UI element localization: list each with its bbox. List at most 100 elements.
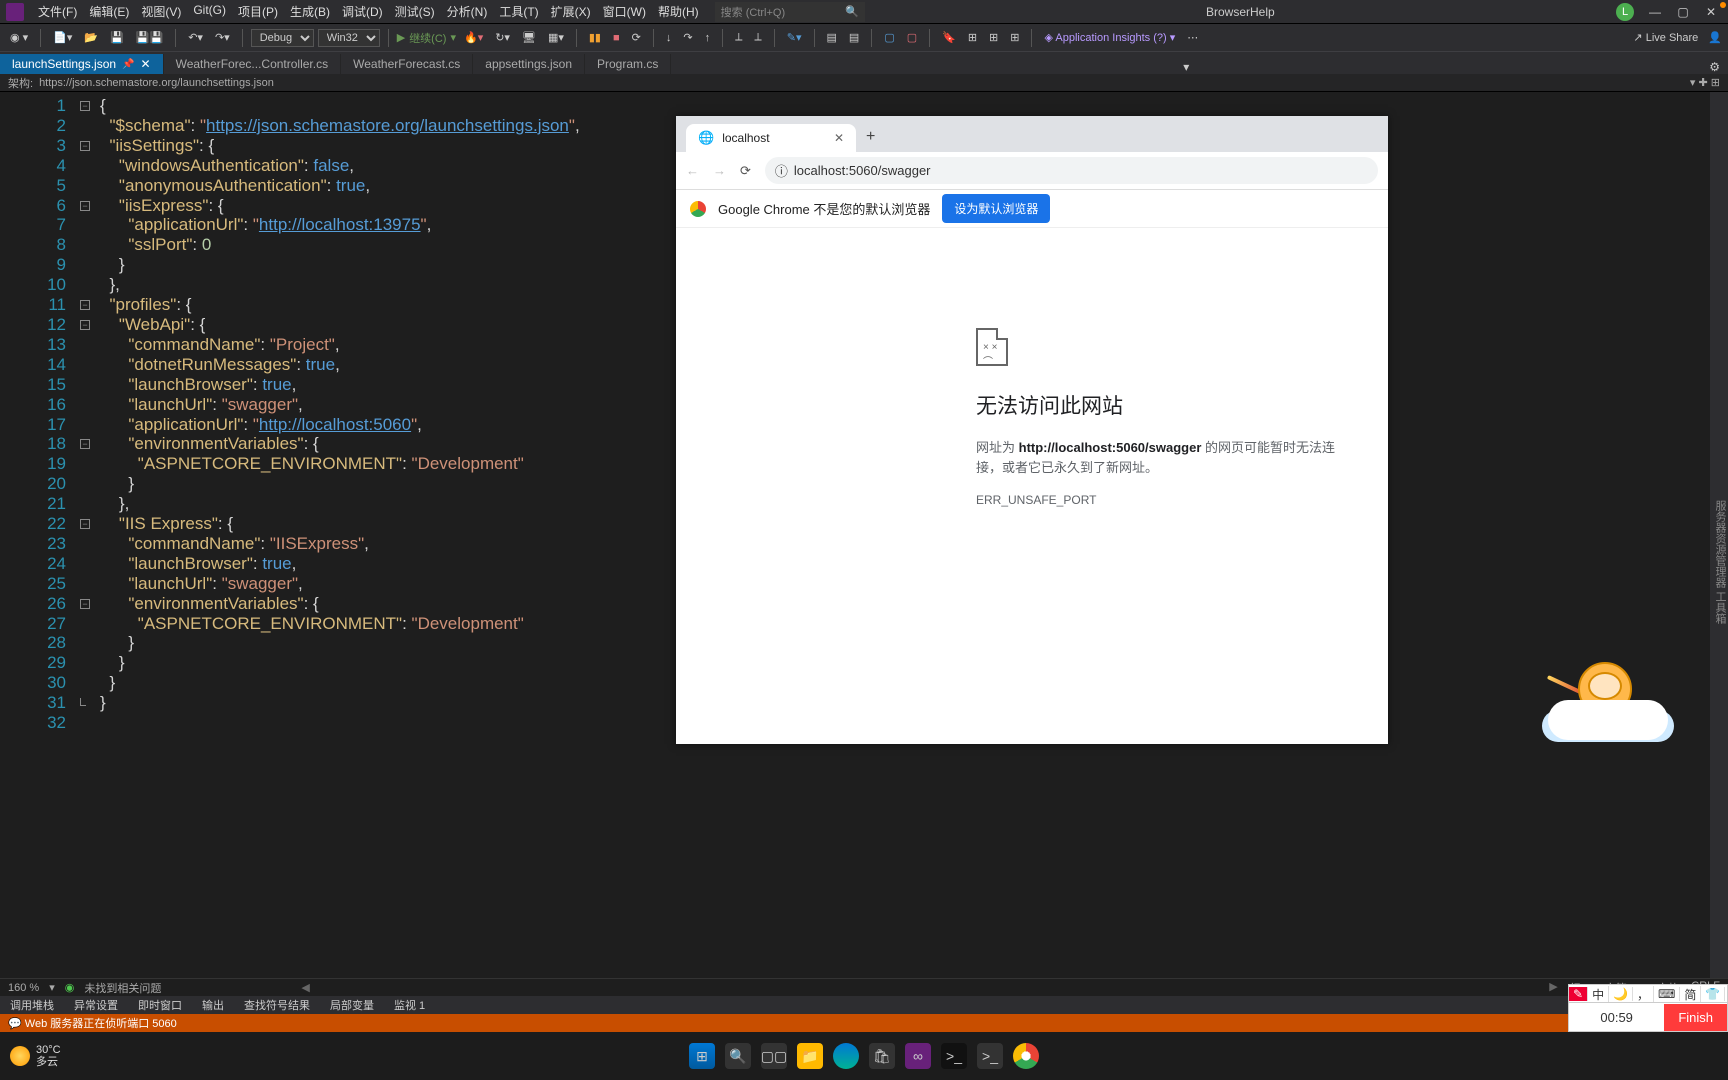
live-share-button[interactable]: ↗ Live Share: [1633, 31, 1698, 44]
ime-segment[interactable]: ✎: [1569, 987, 1588, 1001]
hscroll-left-icon[interactable]: ◀: [301, 981, 309, 994]
ime-segment[interactable]: 👕: [1701, 987, 1725, 1001]
nav-back-icon[interactable]: ←: [686, 163, 699, 178]
overflow-icon[interactable]: ⋯: [1183, 29, 1202, 46]
continue-button[interactable]: ▶ 继续(C) ▾: [397, 30, 456, 46]
address-bar[interactable]: ⓘ localhost:5060/swagger: [765, 157, 1378, 184]
start-button[interactable]: ⊞: [689, 1043, 715, 1069]
panel-tab[interactable]: 即时窗口: [128, 995, 192, 1015]
config-select[interactable]: Debug: [251, 29, 314, 47]
restart-icon[interactable]: ↻▾: [491, 29, 514, 46]
hscroll-right-icon[interactable]: ▶: [1549, 980, 1557, 996]
document-tab[interactable]: Program.cs: [585, 54, 671, 74]
taskview-icon[interactable]: ▢▢: [761, 1043, 787, 1069]
step-out-icon[interactable]: ↑: [701, 30, 715, 46]
store-icon[interactable]: 🛍: [869, 1043, 895, 1069]
fold-gutter[interactable]: − − − −− − − −: [80, 92, 100, 978]
hot-reload-icon[interactable]: 🔥▾: [460, 29, 487, 46]
tool-icon[interactable]: ▢: [880, 29, 898, 46]
tabs-settings-icon[interactable]: ⚙: [1701, 60, 1728, 74]
tool-icon[interactable]: ⟂: [731, 29, 746, 46]
pin-icon[interactable]: 📌: [122, 59, 134, 70]
document-tab[interactable]: appsettings.json: [473, 54, 585, 74]
menu-item[interactable]: 工具(T): [493, 3, 544, 20]
tool-icon[interactable]: ✎▾: [783, 29, 806, 46]
nav-back-icon[interactable]: ◉ ▾: [6, 29, 32, 46]
ime-segment[interactable]: ，: [1633, 986, 1654, 1003]
document-tab[interactable]: WeatherForec...Controller.cs: [164, 54, 342, 74]
terminal-icon[interactable]: >_: [941, 1043, 967, 1069]
weather-widget[interactable]: 30°C多云: [10, 1044, 61, 1068]
tool-icon[interactable]: ▤: [823, 29, 841, 46]
document-tab[interactable]: WeatherForecast.cs: [341, 54, 473, 74]
panel-tab[interactable]: 调用堆栈: [0, 995, 64, 1015]
document-tab[interactable]: launchSettings.json📌✕: [0, 54, 164, 74]
global-search[interactable]: 搜索 (Ctrl+Q) 🔍: [715, 2, 865, 22]
menu-item[interactable]: 项目(P): [232, 3, 284, 20]
user-avatar[interactable]: L: [1616, 3, 1634, 21]
browser-icon[interactable]: 🖥: [518, 29, 540, 46]
nav-forward-icon[interactable]: →: [713, 163, 726, 178]
panel-tab[interactable]: 局部变量: [320, 995, 384, 1015]
menu-item[interactable]: 生成(B): [284, 3, 336, 20]
step-into-icon[interactable]: ↓: [662, 30, 676, 46]
tabs-dropdown-icon[interactable]: ▾: [1177, 60, 1195, 74]
edge-icon[interactable]: [833, 1043, 859, 1069]
step-over-icon[interactable]: ↷: [679, 29, 696, 46]
tool-icon[interactable]: ⟂: [750, 29, 765, 46]
vs-taskbar-icon[interactable]: ∞: [905, 1043, 931, 1069]
tab-close-icon[interactable]: ✕: [834, 131, 844, 145]
menu-item[interactable]: 测试(S): [389, 3, 441, 20]
menu-item[interactable]: 扩展(X): [545, 3, 597, 20]
ime-segment[interactable]: 简: [1680, 986, 1701, 1003]
stop-icon[interactable]: ■: [609, 30, 624, 46]
restart-debug-icon[interactable]: ⟳: [628, 29, 645, 46]
app-icon[interactable]: ▦▾: [544, 29, 568, 46]
panel-tab[interactable]: 查找符号结果: [234, 995, 320, 1015]
menu-item[interactable]: 调试(D): [336, 3, 389, 20]
feedback-icon[interactable]: 👤: [1708, 31, 1722, 44]
explorer-icon[interactable]: 📁: [797, 1043, 823, 1069]
tool-icon[interactable]: ⊞: [964, 29, 981, 46]
finish-button[interactable]: Finish: [1664, 1004, 1727, 1031]
menu-item[interactable]: 视图(V): [135, 3, 187, 20]
tab-close-icon[interactable]: ✕: [141, 57, 151, 71]
save-icon[interactable]: 💾: [106, 29, 128, 46]
menu-item[interactable]: 窗口(W): [597, 3, 652, 20]
close-button[interactable]: ✕: [1704, 5, 1718, 19]
redo-icon[interactable]: ↷▾: [211, 29, 234, 46]
menu-item[interactable]: 文件(F): [32, 3, 83, 20]
maximize-button[interactable]: ▢: [1676, 5, 1690, 19]
ime-toolbar[interactable]: ✎中🌙，⌨简👕⚙: [1568, 984, 1728, 1004]
platform-select[interactable]: Win32: [318, 29, 380, 47]
set-default-button[interactable]: 设为默认浏览器: [942, 194, 1050, 223]
split-icon[interactable]: ▾ ✚ ⊞: [1690, 76, 1720, 89]
minimize-button[interactable]: —: [1648, 5, 1662, 19]
site-info-icon[interactable]: ⓘ: [775, 161, 788, 180]
save-all-icon[interactable]: 💾💾: [132, 29, 167, 46]
panel-tab[interactable]: 异常设置: [64, 995, 128, 1015]
chrome-taskbar-icon[interactable]: [1013, 1043, 1039, 1069]
tool-icon[interactable]: ▢: [903, 29, 921, 46]
panel-tab[interactable]: 输出: [192, 995, 234, 1015]
open-icon[interactable]: 📂: [80, 29, 102, 46]
tool-icon[interactable]: ⊞: [985, 29, 1002, 46]
issues-text[interactable]: 未找到相关问题: [84, 980, 161, 996]
menu-item[interactable]: 帮助(H): [652, 3, 705, 20]
panel-tab[interactable]: 监视 1: [384, 995, 435, 1015]
windows-taskbar[interactable]: 30°C多云 ⊞ 🔍 ▢▢ 📁 🛍 ∞ >_ >_: [0, 1032, 1728, 1080]
ime-segment[interactable]: ⌨: [1654, 987, 1680, 1001]
tool-icon[interactable]: ▤: [845, 29, 863, 46]
insights-icon[interactable]: ◈ Application Insights (?) ▾: [1040, 29, 1179, 46]
terminal2-icon[interactable]: >_: [977, 1043, 1003, 1069]
menu-item[interactable]: 编辑(E): [83, 3, 135, 20]
bookmark-icon[interactable]: 🔖: [938, 29, 960, 46]
new-item-icon[interactable]: 📄▾: [49, 29, 76, 46]
menu-item[interactable]: 分析(N): [441, 3, 494, 20]
zoom-level[interactable]: 160 %: [8, 982, 39, 994]
tool-icon[interactable]: ⊞: [1006, 29, 1023, 46]
menu-item[interactable]: Git(G): [187, 3, 232, 20]
search-taskbar-icon[interactable]: 🔍: [725, 1043, 751, 1069]
ime-segment[interactable]: 🌙: [1609, 987, 1633, 1001]
browser-tab[interactable]: 🌐 localhost ✕: [686, 124, 856, 152]
